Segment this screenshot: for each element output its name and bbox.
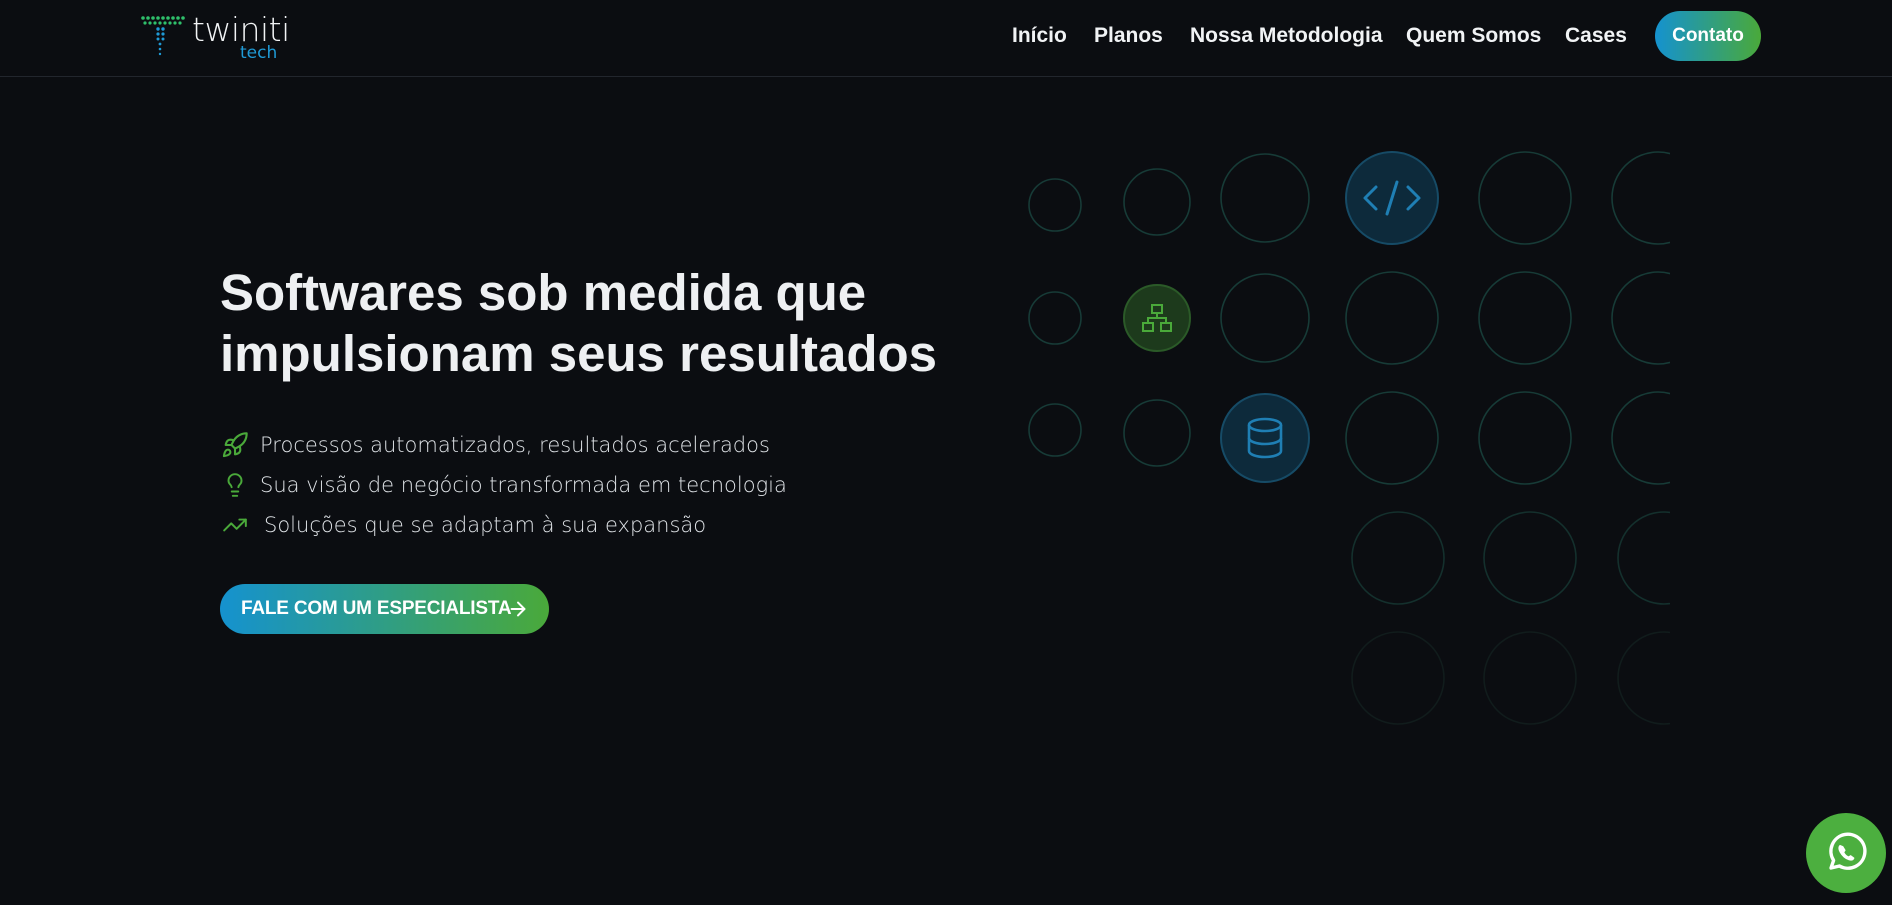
feature-text: Soluções que se adaptam à sua expansão [264,513,707,537]
contact-button[interactable]: Contato [1655,11,1761,61]
whatsapp-button[interactable] [1806,813,1886,893]
hero-title: Softwares sob medida que impulsionam seu… [220,262,1000,384]
nav-link-metodologia[interactable]: Nossa Metodologia [1190,24,1383,48]
trending-up-icon [220,510,250,540]
cta-label: FALE COM UM ESPECIALISTA [241,598,512,619]
code-icon [1345,151,1439,245]
logo-mark-icon [141,16,185,56]
feature-item: Soluções que se adaptam à sua expansão [220,505,920,545]
hero-title-line-1: Softwares sob medida que [220,264,867,321]
feature-list: Processos automatizados, resultados acel… [220,425,920,545]
decorative-circle-grid [1028,151,1670,725]
brand-logo[interactable]: twiniti tech [140,10,290,63]
nav-link-planos[interactable]: Planos [1094,24,1163,48]
lightbulb-icon [220,470,250,500]
feature-item: Processos automatizados, resultados acel… [220,425,920,465]
feature-text: Sua visão de negócio transformada em tec… [260,473,787,497]
feature-text: Processos automatizados, resultados acel… [260,433,770,457]
talk-to-specialist-button[interactable]: FALE COM UM ESPECIALISTA [220,584,549,634]
nav-link-cases[interactable]: Cases [1565,24,1627,48]
whatsapp-icon [1829,832,1867,870]
sitemap-icon [1123,284,1191,352]
arrow-right-icon [510,601,526,617]
nav-link-inicio[interactable]: Início [1012,24,1067,48]
brand-sub: tech [240,43,278,63]
site-header: twiniti tech Início Planos Nossa Metodol… [0,0,1892,77]
nav-link-quem-somos[interactable]: Quem Somos [1406,24,1541,48]
feature-item: Sua visão de negócio transformada em tec… [220,465,920,505]
rocket-icon [220,430,250,460]
hero-title-line-2: impulsionam seus resultados [220,325,938,382]
database-icon [1220,393,1310,483]
